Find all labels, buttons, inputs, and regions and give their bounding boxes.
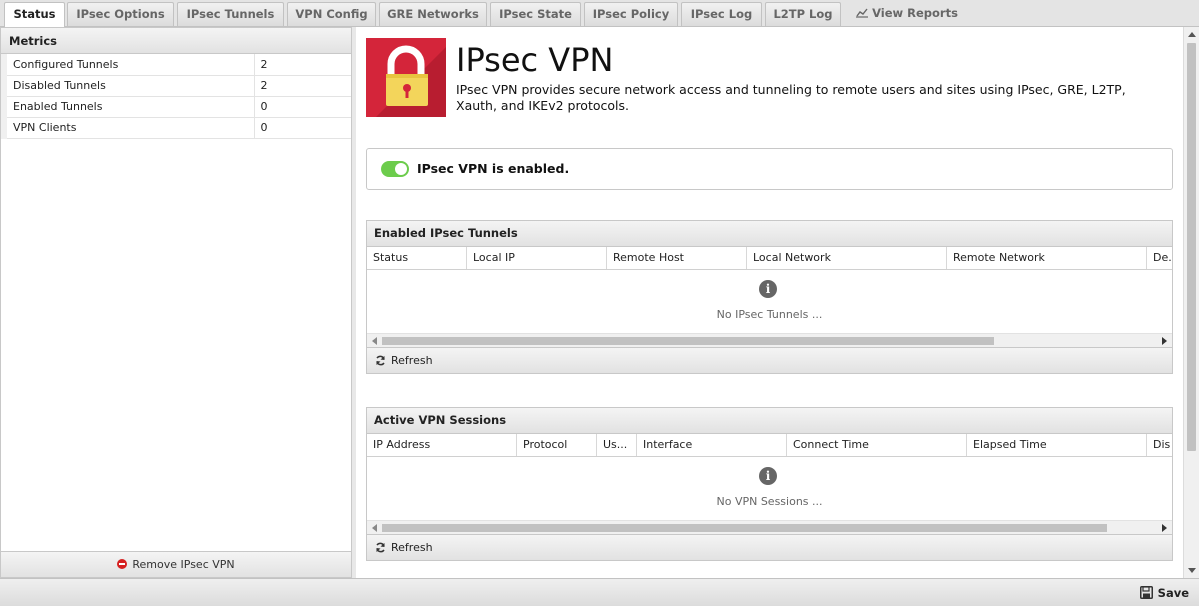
- column-header[interactable]: Protocol: [517, 434, 597, 456]
- table-row: Configured Tunnels 2: [1, 54, 351, 76]
- metric-name: Disabled Tunnels: [1, 75, 255, 97]
- metric-name: VPN Clients: [1, 117, 255, 139]
- tab-label: View Reports: [872, 6, 958, 20]
- refresh-button[interactable]: Refresh: [367, 534, 1172, 560]
- empty-text: No VPN Sessions ...: [716, 495, 823, 508]
- toggle-knob: [395, 163, 407, 175]
- grid-header: IP Address Protocol Us... Interface Conn…: [367, 434, 1172, 457]
- metric-value: 0: [254, 96, 351, 118]
- empty-text: No IPsec Tunnels ...: [716, 308, 823, 321]
- column-header[interactable]: IP Address: [367, 434, 517, 456]
- column-header[interactable]: Dis: [1147, 434, 1172, 456]
- grid-empty-state: i No IPsec Tunnels ...: [367, 270, 1172, 333]
- tab-l2tp-log[interactable]: L2TP Log: [765, 2, 841, 26]
- metric-value: 0: [254, 117, 351, 139]
- scroll-down-icon[interactable]: [1188, 568, 1196, 573]
- remove-label: Remove IPsec VPN: [132, 558, 235, 571]
- info-icon: i: [759, 467, 777, 485]
- column-header[interactable]: Local IP: [467, 247, 607, 269]
- bottom-toolbar: Save: [0, 578, 1199, 606]
- scroll-right-icon[interactable]: [1162, 524, 1167, 532]
- tab-label: IPsec Tunnels: [186, 7, 275, 21]
- tunnels-grid: Enabled IPsec Tunnels Status Local IP Re…: [366, 220, 1173, 374]
- column-header[interactable]: Interface: [637, 434, 787, 456]
- scroll-up-icon[interactable]: [1188, 32, 1196, 37]
- tab-gre-networks[interactable]: GRE Networks: [379, 2, 487, 26]
- scroll-left-icon[interactable]: [372, 337, 377, 345]
- column-header[interactable]: Connect Time: [787, 434, 967, 456]
- main-content: IPsec VPN IPsec VPN provides secure netw…: [356, 27, 1183, 578]
- tab-ipsec-policy[interactable]: IPsec Policy: [584, 2, 678, 26]
- scroll-left-icon[interactable]: [372, 524, 377, 532]
- horizontal-scrollbar[interactable]: [367, 520, 1172, 534]
- tab-label: L2TP Log: [773, 7, 833, 21]
- grid-empty-state: i No VPN Sessions ...: [367, 457, 1172, 520]
- column-header[interactable]: Elapsed Time: [967, 434, 1147, 456]
- tab-label: VPN Config: [295, 7, 368, 21]
- column-header[interactable]: Status: [367, 247, 467, 269]
- enabled-status-box: IPsec VPN is enabled.: [366, 148, 1173, 190]
- tab-label: Status: [13, 7, 56, 21]
- horizontal-scrollbar[interactable]: [367, 333, 1172, 347]
- grid-title: Active VPN Sessions: [367, 408, 1172, 434]
- app-description: IPsec VPN provides secure network access…: [456, 82, 1126, 113]
- enabled-status-text: IPsec VPN is enabled.: [417, 161, 570, 176]
- tab-bar: Status IPsec Options IPsec Tunnels VPN C…: [0, 0, 1199, 28]
- metric-value: 2: [254, 54, 351, 76]
- chart-icon: [856, 3, 869, 25]
- table-row: Disabled Tunnels 2: [1, 75, 351, 97]
- scroll-thumb[interactable]: [1187, 43, 1196, 451]
- refresh-label: Refresh: [391, 354, 433, 367]
- scroll-thumb[interactable]: [382, 524, 1107, 532]
- tab-ipsec-options[interactable]: IPsec Options: [67, 2, 174, 26]
- scroll-thumb[interactable]: [382, 337, 994, 345]
- remove-icon: [117, 559, 128, 569]
- refresh-icon: [375, 537, 386, 562]
- tab-ipsec-tunnels[interactable]: IPsec Tunnels: [177, 2, 284, 26]
- scroll-right-icon[interactable]: [1162, 337, 1167, 345]
- refresh-button[interactable]: Refresh: [367, 347, 1172, 373]
- refresh-icon: [375, 350, 386, 375]
- metric-value: 2: [254, 75, 351, 97]
- tab-label: IPsec Policy: [592, 7, 670, 21]
- tab-ipsec-state[interactable]: IPsec State: [490, 2, 581, 26]
- column-header[interactable]: Remote Network: [947, 247, 1147, 269]
- column-header[interactable]: Remote Host: [607, 247, 747, 269]
- table-row: Enabled Tunnels 0: [1, 96, 351, 118]
- column-header[interactable]: De...: [1147, 247, 1172, 269]
- tab-view-reports[interactable]: View Reports: [848, 2, 966, 26]
- tab-ipsec-log[interactable]: IPsec Log: [681, 2, 762, 26]
- column-header[interactable]: Us...: [597, 434, 637, 456]
- enabled-toggle[interactable]: [381, 161, 409, 177]
- refresh-label: Refresh: [391, 541, 433, 554]
- tab-vpn-config[interactable]: VPN Config: [287, 2, 376, 26]
- grid-header: Status Local IP Remote Host Local Networ…: [367, 247, 1172, 270]
- column-header[interactable]: Local Network: [747, 247, 947, 269]
- tab-status[interactable]: Status: [4, 2, 65, 28]
- metric-name: Enabled Tunnels: [1, 96, 255, 118]
- save-icon: [1139, 586, 1153, 599]
- tab-label: GRE Networks: [387, 7, 479, 21]
- tab-label: IPsec Log: [690, 7, 753, 21]
- info-icon: i: [759, 280, 777, 298]
- metric-name: Configured Tunnels: [1, 54, 255, 76]
- remove-app-button[interactable]: Remove IPsec VPN: [1, 551, 351, 577]
- metrics-panel: Metrics Configured Tunnels 2 Disabled Tun…: [0, 27, 352, 578]
- grid-title: Enabled IPsec Tunnels: [367, 221, 1172, 247]
- save-label: Save: [1157, 586, 1189, 600]
- padlock-icon: [366, 38, 446, 117]
- metrics-table: Configured Tunnels 2 Disabled Tunnels 2 En…: [1, 54, 351, 139]
- metrics-title: Metrics: [1, 28, 351, 54]
- sessions-grid: Active VPN Sessions IP Address Protocol …: [366, 407, 1173, 561]
- table-row: VPN Clients 0: [1, 117, 351, 139]
- tab-label: IPsec State: [499, 7, 572, 21]
- page-title: IPsec VPN: [456, 41, 614, 79]
- save-button[interactable]: Save: [1139, 584, 1189, 602]
- tab-label: IPsec Options: [76, 7, 165, 21]
- vertical-scrollbar[interactable]: [1183, 27, 1199, 578]
